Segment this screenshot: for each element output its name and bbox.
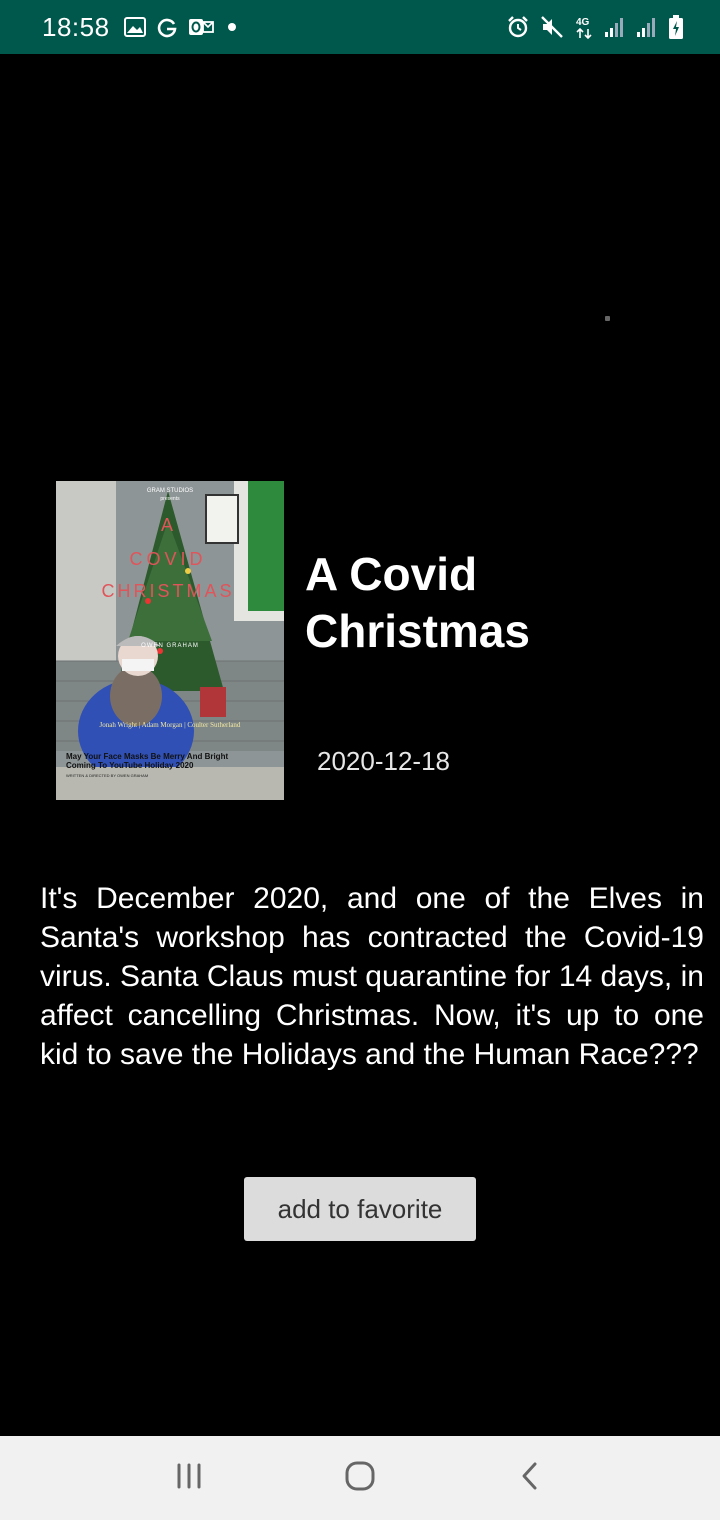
poster-studio: GRAM STUDIOS — [147, 488, 193, 494]
movie-overview: It's December 2020, and one of the Elves… — [40, 882, 704, 1071]
release-date: 2020-12-18 — [317, 746, 450, 776]
poster-title-word: COVID — [129, 549, 206, 569]
navigation-bar — [0, 1436, 720, 1520]
poster-tagline: May Your Face Masks Be Merry And Bright — [66, 752, 228, 761]
back-icon — [519, 1461, 541, 1496]
network-4g-icon: 4G — [574, 14, 594, 40]
movie-poster: GRAM STUDIOS presents A COVID CHRISTMAS … — [56, 481, 284, 800]
home-icon — [345, 1461, 375, 1496]
poster-director: OWEN GRAHAM — [141, 643, 199, 649]
battery-icon — [668, 14, 684, 40]
status-time: 18:58 — [42, 11, 110, 42]
poster-tagline: Coming To YouTube Holiday 2020 — [66, 761, 194, 770]
poster-title-word: CHRISTMAS — [101, 581, 234, 601]
network-label: 4G — [576, 17, 590, 28]
poster-cast: Jonah Wright | Adam Morgan | Coulter Sut… — [100, 721, 241, 729]
poster-title-word: A — [161, 515, 175, 535]
signal-icon — [636, 16, 658, 38]
system-icons: 4G — [506, 14, 684, 40]
home-button[interactable] — [320, 1443, 400, 1513]
back-button[interactable] — [490, 1443, 570, 1513]
google-icon — [156, 16, 178, 38]
alarm-icon — [506, 15, 530, 39]
notification-icons — [123, 16, 240, 38]
status-bar: 18:58 4G — [0, 0, 720, 54]
loading-indicator — [605, 316, 610, 321]
recent-apps-icon — [175, 1463, 205, 1494]
mute-icon — [540, 15, 564, 39]
poster-presents: presents — [160, 496, 180, 502]
outlook-icon — [188, 17, 214, 37]
add-to-favorite-button[interactable]: add to favorite — [244, 1177, 476, 1241]
dot-icon — [224, 17, 240, 37]
gallery-icon — [123, 17, 146, 37]
recent-apps-button[interactable] — [150, 1443, 230, 1513]
poster-credit: WRITTEN & DIRECTED BY OWEN GRAHAM — [66, 773, 148, 778]
movie-title: A Covid Christmas — [305, 548, 530, 657]
signal-icon — [604, 16, 626, 38]
